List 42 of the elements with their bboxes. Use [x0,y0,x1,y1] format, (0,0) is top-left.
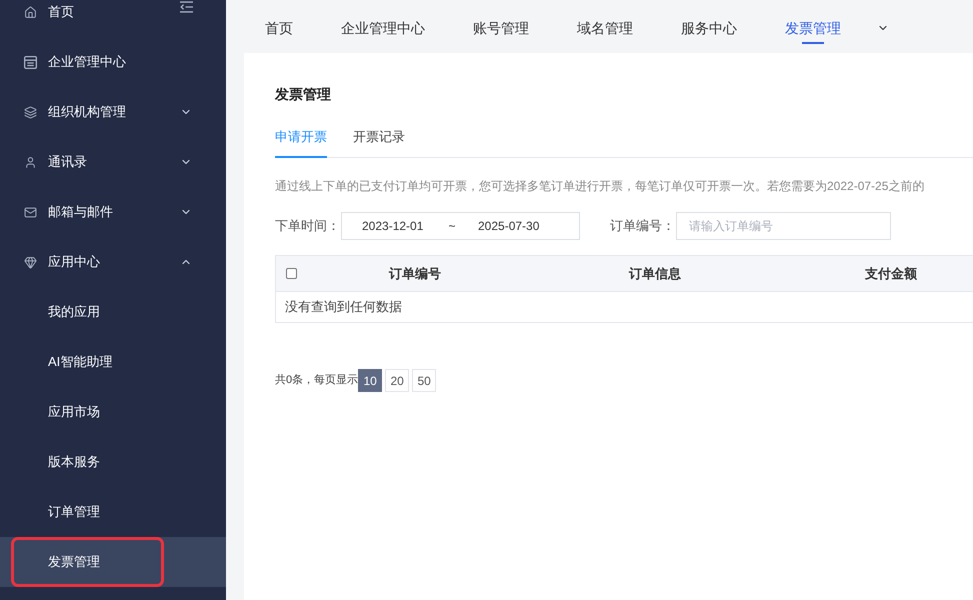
gem-icon [24,256,37,268]
sidebar-subitem[interactable]: 订单管理 [0,487,226,537]
page-title: 发票管理 [275,85,332,104]
sidebar-item[interactable]: 通讯录 [0,137,226,187]
column-header: 订单编号 [388,264,442,283]
sidebar-item[interactable]: 应用中心 [0,237,226,287]
document-icon [24,56,37,68]
nav-tab[interactable]: 域名管理 [577,0,633,53]
column-header: 订单信息 [628,264,682,283]
order-number-input[interactable]: 请输入订单编号 [676,212,891,240]
tab[interactable]: 开票记录 [353,118,405,158]
sidebar-item[interactable]: 组织机构管理 [0,87,226,137]
filter-label: 下单时间： [275,217,341,236]
sidebar-item[interactable]: 首页 [0,0,180,37]
select-all-checkbox[interactable] [286,268,297,279]
empty-message: 没有查询到任何数据 [285,298,402,316]
sidebar-subitem[interactable]: AI智能助理 [0,337,226,387]
layers-icon [24,106,37,118]
notice-text: 通过线上下单的已支付订单均可开票，您可选择多笔订单进行开票，每笔订单仅可开票一次。若您需要为2022-07-25之前的 [275,178,926,195]
column-header: 支付金额 [864,264,918,283]
page-size-button[interactable]: 20 [385,369,410,392]
sidebar-subitem[interactable]: 发票管理 [0,537,226,587]
nav-tab[interactable]: 首页 [265,0,293,53]
pagination-summary: 共0条，每页显示 [275,373,358,388]
mail-icon [24,206,37,218]
sidebar-item[interactable]: 邮箱与邮件 [0,187,226,237]
nav-tab[interactable]: 发票管理 [785,0,841,53]
sidebar-subitem[interactable]: 我的应用 [0,287,226,337]
nav-tab[interactable]: 账号管理 [473,0,529,53]
filter-label: 订单编号： [610,217,676,236]
page-size-button[interactable]: 50 [412,369,436,392]
sidebar-subitem[interactable]: 版本服务 [0,437,226,487]
sidebar-item[interactable]: 企业管理中心 [0,37,226,87]
sidebar-subitem[interactable]: 应用市场 [0,387,226,437]
nav-tab[interactable]: 服务中心 [681,0,737,53]
collapse-menu-icon[interactable] [180,1,193,13]
nav-tab[interactable]: 企业管理中心 [341,0,425,53]
active-tab-indicator [802,42,824,44]
home-icon [24,6,37,18]
user-icon [24,156,37,168]
page-size-button[interactable]: 10 [358,369,382,392]
date-range-field[interactable]: 2023-12-01 ~ 2025-07-30 [341,212,580,240]
